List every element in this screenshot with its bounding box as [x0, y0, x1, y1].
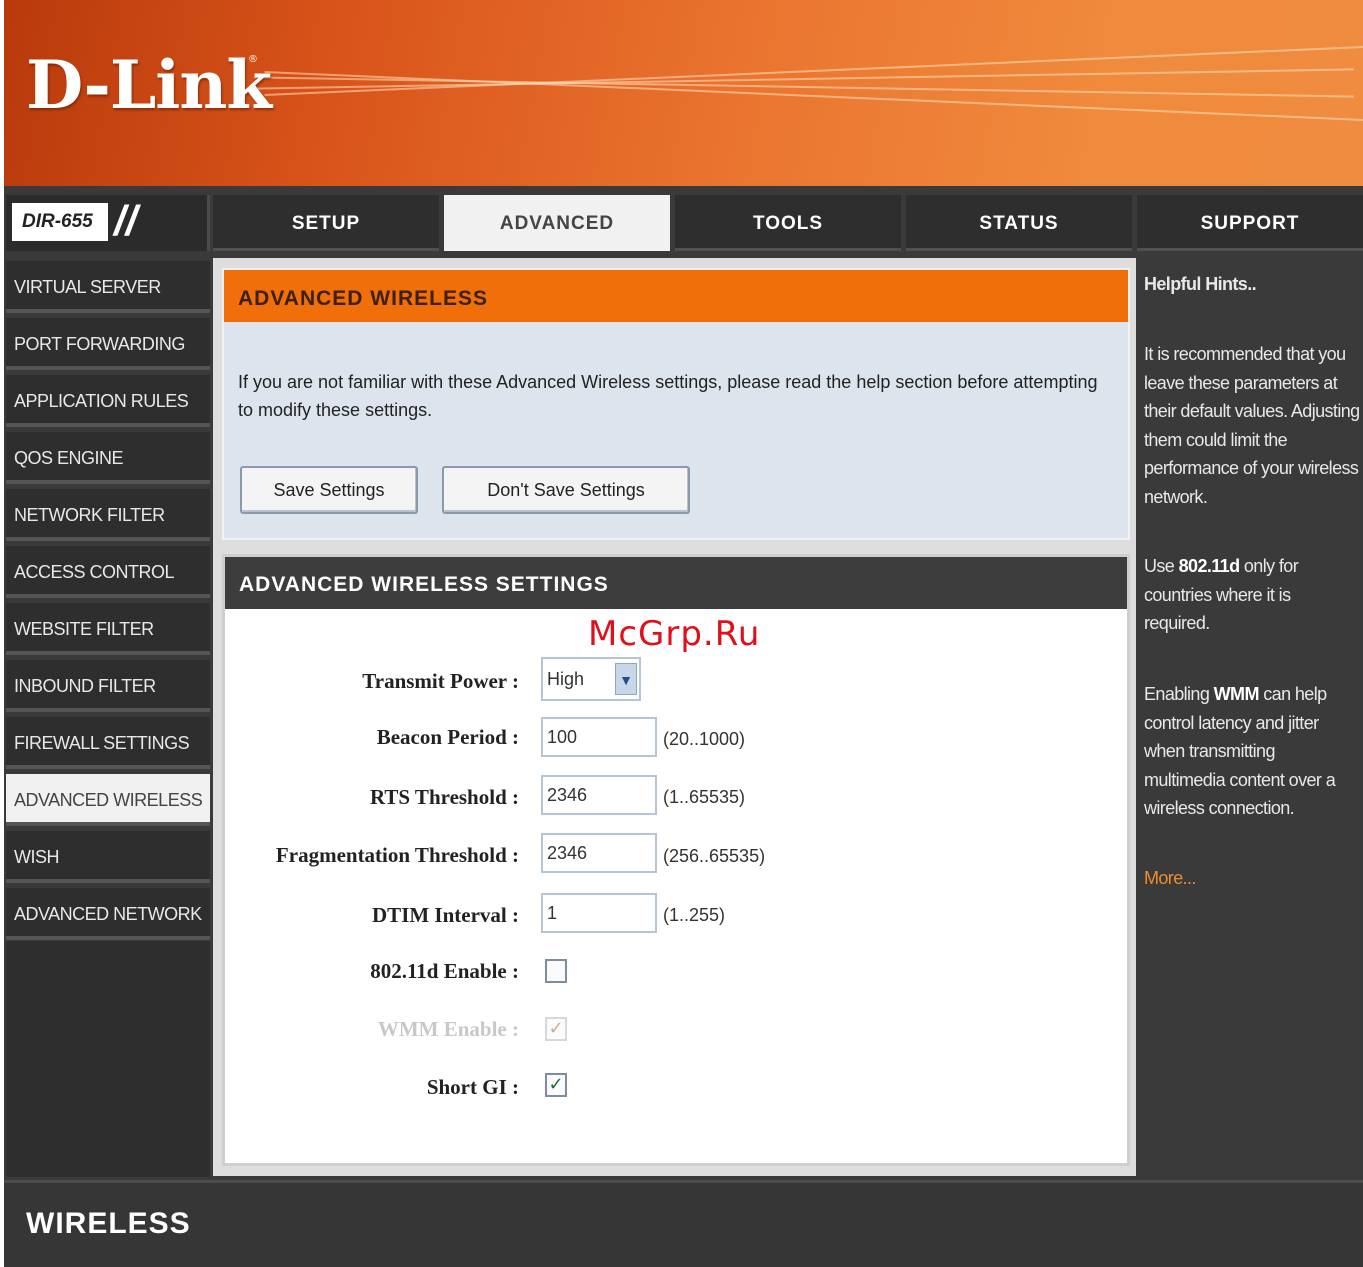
hint-text: Use [1144, 556, 1179, 576]
tab-status[interactable]: STATUS [906, 195, 1132, 251]
hint-text: can help control latency and jitter when… [1144, 684, 1336, 818]
hint-text: Enabling [1144, 684, 1214, 704]
footer-label: WIRELESS [26, 1207, 191, 1240]
sidebar-item-network-filter[interactable]: Network Filter [6, 489, 210, 541]
tab-advanced[interactable]: ADVANCED [444, 195, 670, 251]
hint-bold: 802.11d [1178, 556, 1240, 576]
watermark: McGrp.Ru [588, 614, 761, 654]
sidebar-item-access-control[interactable]: Access Control [6, 546, 210, 598]
dont-save-settings-button[interactable]: Don't Save Settings [442, 466, 690, 514]
short-gi-checkbox[interactable]: ✓ [545, 1073, 567, 1097]
beacon-period-input[interactable]: 100 [541, 717, 657, 757]
rts-threshold-input[interactable]: 2346 [541, 775, 657, 815]
fragmentation-threshold-label: Fragmentation Threshold : [275, 843, 519, 867]
sidebar-item-application-rules[interactable]: Application Rules [6, 375, 210, 427]
sidebar-item-inbound-filter[interactable]: Inbound Filter [6, 660, 210, 712]
rts-threshold-label: RTS Threshold : [369, 785, 519, 809]
advanced-wireless-box: ADVANCED WIRELESS If you are not familia… [222, 268, 1130, 540]
model-slashes: // [114, 197, 138, 244]
model-box: DIR-655 // [6, 195, 210, 251]
sidebar-item-port-forwarding[interactable]: Port Forwarding [6, 318, 210, 370]
transmit-power-label: Transmit Power : [362, 669, 519, 693]
wmm-enable-checkbox: ✓ [545, 1017, 567, 1041]
tab-support[interactable]: SUPPORT [1137, 195, 1363, 251]
helpful-hints-title: Helpful Hints.. [1144, 274, 1257, 294]
model-label: DIR-655 [12, 203, 108, 241]
chevron-down-icon[interactable]: ▼ [615, 663, 637, 695]
sidebar-item-website-filter[interactable]: Website Filter [6, 603, 210, 655]
dot11d-enable-checkbox[interactable] [545, 959, 567, 983]
beacon-period-label: Beacon Period : [376, 725, 519, 749]
tab-tools[interactable]: TOOLS [675, 195, 901, 251]
hint-80211d: Use 802.11d only for countries where it … [1144, 552, 1360, 638]
sidebar-fill [6, 941, 210, 1177]
beacon-period-range: (20..1000) [663, 729, 746, 749]
dtim-interval-input[interactable]: 1 [541, 893, 657, 933]
rts-threshold-range: (1..65535) [663, 787, 746, 807]
advanced-wireless-title: ADVANCED WIRELESS [224, 270, 1128, 322]
dlink-logo: D-Link [26, 46, 272, 124]
transmit-power-value: High [547, 669, 585, 689]
advanced-wireless-settings-title: ADVANCED WIRELESS SETTINGS [225, 557, 1127, 609]
header-banner: D-Link ® [4, 0, 1363, 186]
sidebar-item-firewall-settings[interactable]: Firewall Settings [6, 717, 210, 769]
fragmentation-threshold-range: (256..65535) [663, 846, 766, 866]
registered-mark: ® [248, 54, 258, 65]
sidebar-item-qos-engine[interactable]: QoS Engine [6, 432, 210, 484]
tab-setup[interactable]: SETUP [213, 195, 439, 251]
sidebar-item-virtual-server[interactable]: Virtual Server [6, 261, 210, 313]
footer: WIRELESS [4, 1180, 1363, 1267]
dtim-interval-label: DTIM Interval : [372, 903, 519, 927]
hint-wmm: Enabling WMM can help control latency an… [1144, 680, 1360, 823]
sidebar-item-wish[interactable]: WISH [6, 831, 210, 883]
more-link[interactable]: More... [1144, 864, 1360, 893]
transmit-power-select[interactable]: High ▼ [541, 657, 641, 701]
advanced-wireless-description: If you are not familiar with these Advan… [238, 372, 1098, 420]
sidebar-item-advanced-wireless[interactable]: Advanced Wireless [6, 774, 210, 826]
short-gi-label: Short GI : [426, 1075, 519, 1099]
helpful-hints-panel: Helpful Hints.. It is recommended that y… [1139, 258, 1363, 1176]
fragmentation-threshold-input[interactable]: 2346 [541, 833, 657, 873]
sidebar-item-advanced-network[interactable]: Advanced Network [6, 888, 210, 940]
wmm-enable-label: WMM Enable : [377, 1017, 519, 1041]
save-settings-button[interactable]: Save Settings [240, 466, 418, 514]
hint-bold: WMM [1213, 684, 1260, 704]
dtim-interval-range: (1..255) [663, 905, 726, 925]
hint-default-values: It is recommended that you leave these p… [1144, 344, 1360, 507]
dot11d-enable-label: 802.11d Enable : [370, 959, 519, 983]
